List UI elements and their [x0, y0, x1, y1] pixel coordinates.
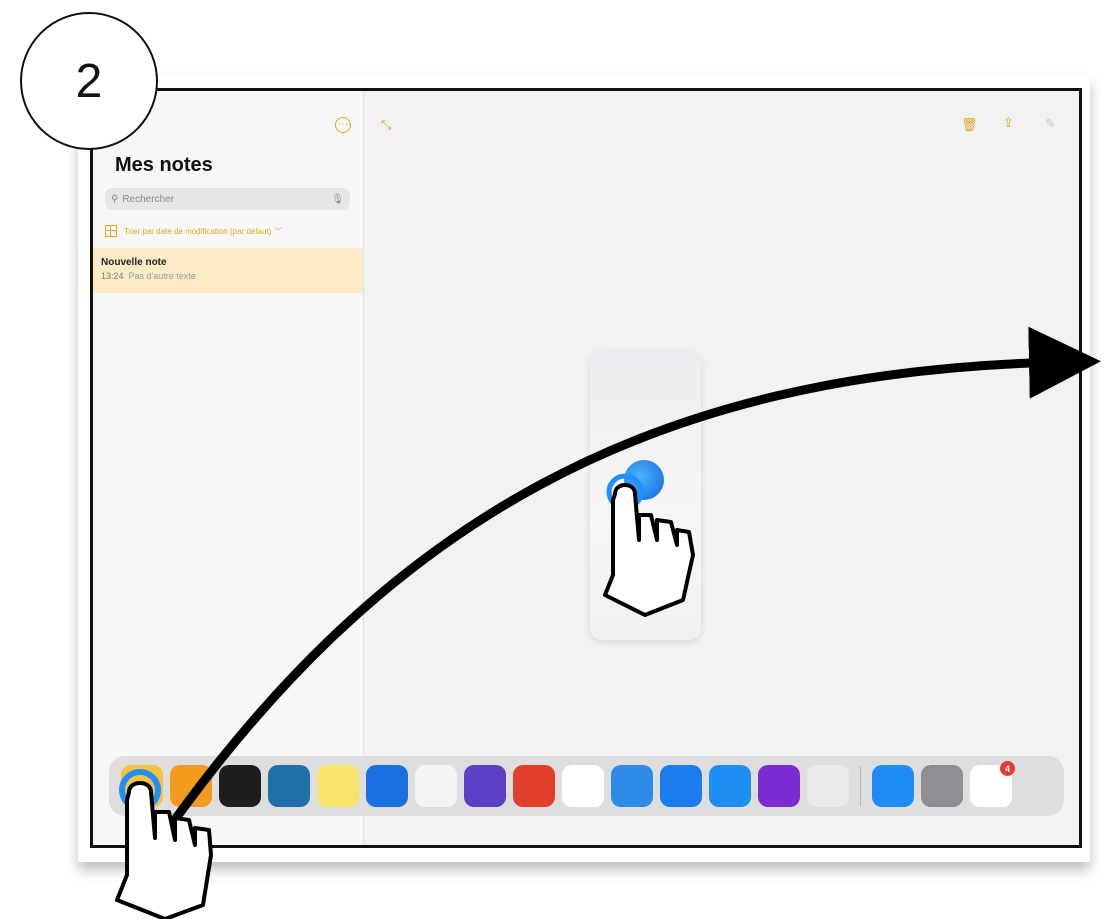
files-app-icon[interactable]	[611, 765, 653, 807]
note-time: 13:24	[101, 271, 124, 281]
procreate-app-icon[interactable]	[219, 765, 261, 807]
notes-sidebar: ⋯ Mes notes ⚲ Rechercher 🎙 Trier par dat…	[93, 91, 364, 845]
share-icon[interactable]: ⇪	[1003, 115, 1014, 131]
affinity-designer-app-icon[interactable]	[268, 765, 310, 807]
gmail-app-icon[interactable]: 4	[970, 761, 1015, 807]
photos-app-icon[interactable]	[562, 765, 604, 807]
notability-app-icon[interactable]	[709, 765, 751, 807]
notes-yellow-app-icon[interactable]	[317, 765, 359, 807]
dock-separator	[860, 766, 861, 806]
imovie-app-icon[interactable]	[464, 765, 506, 807]
list-item[interactable]: Nouvelle note 13:24 Pas d'autre texte	[93, 248, 363, 293]
creative-cloud-app-icon[interactable]	[513, 765, 555, 807]
drop-target-card[interactable]	[590, 352, 701, 640]
microphone-icon[interactable]: 🎙	[331, 194, 344, 205]
notes-app-icon[interactable]	[121, 765, 163, 807]
search-icon: ⚲	[111, 193, 119, 205]
notification-badge: 4	[1000, 761, 1015, 776]
dragged-app-icon	[624, 460, 664, 500]
search-placeholder: Rechercher	[122, 193, 175, 205]
expand-icon[interactable]: ⤡	[381, 117, 391, 133]
app-store-app-icon[interactable]	[872, 765, 914, 807]
more-icon[interactable]: ⋯	[335, 117, 351, 133]
page-title: Mes notes	[115, 154, 213, 176]
note-preview: Pas d'autre texte	[128, 271, 196, 281]
note-title: Nouvelle note	[101, 257, 167, 268]
search-input[interactable]: ⚲ Rechercher 🎙	[105, 188, 350, 210]
launchpad-app-icon[interactable]	[807, 765, 849, 807]
chevron-down-icon: ﹀	[274, 226, 283, 236]
pages-app-icon[interactable]	[170, 765, 212, 807]
ipad-screen: ⋯ Mes notes ⚲ Rechercher 🎙 Trier par dat…	[90, 88, 1082, 848]
sort-label: Trier par date de modification (par défa…	[124, 226, 272, 236]
compose-icon[interactable]: ✎	[1045, 116, 1056, 132]
step-number: 2	[75, 54, 103, 108]
dock: 4	[109, 756, 1064, 816]
sort-menu[interactable]: Trier par date de modification (par défa…	[105, 225, 282, 237]
epsilon-app-icon[interactable]	[415, 765, 457, 807]
keynote-app-icon[interactable]	[660, 765, 702, 807]
note-meta: 13:24 Pas d'autre texte	[101, 271, 363, 281]
book-creator-app-icon[interactable]	[758, 765, 800, 807]
trash-icon[interactable]: 🗑	[961, 117, 978, 133]
spark-app-icon[interactable]	[366, 765, 408, 807]
step-number-badge: 2	[20, 12, 158, 150]
grid-icon	[105, 225, 117, 237]
settings-app-icon[interactable]	[921, 765, 963, 807]
